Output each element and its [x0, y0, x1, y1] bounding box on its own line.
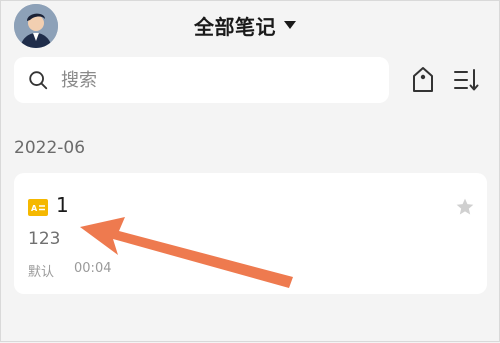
date-group-header: 2022-06	[14, 138, 86, 158]
avatar[interactable]	[14, 4, 58, 48]
avatar-icon	[14, 4, 58, 48]
note-title: 1	[56, 193, 69, 217]
note-card[interactable]: A 1 123 默认 00:04	[14, 173, 487, 294]
svg-text:A: A	[31, 204, 38, 213]
note-time: 00:04	[74, 261, 112, 276]
search-bar[interactable]	[14, 57, 389, 103]
page-title: 全部笔记	[194, 14, 276, 39]
chevron-down-icon	[284, 21, 296, 29]
note-preview: 123	[28, 229, 61, 249]
tag-icon[interactable]	[412, 66, 434, 94]
notebook-selector[interactable]: 全部笔记	[194, 11, 296, 39]
note-meta: 默认 00:04	[28, 261, 111, 280]
text-note-icon: A	[28, 199, 48, 216]
search-input[interactable]	[59, 68, 363, 92]
star-icon[interactable]	[455, 197, 475, 217]
search-icon	[29, 71, 48, 90]
sort-icon[interactable]	[453, 67, 479, 93]
note-category: 默认	[28, 265, 55, 280]
